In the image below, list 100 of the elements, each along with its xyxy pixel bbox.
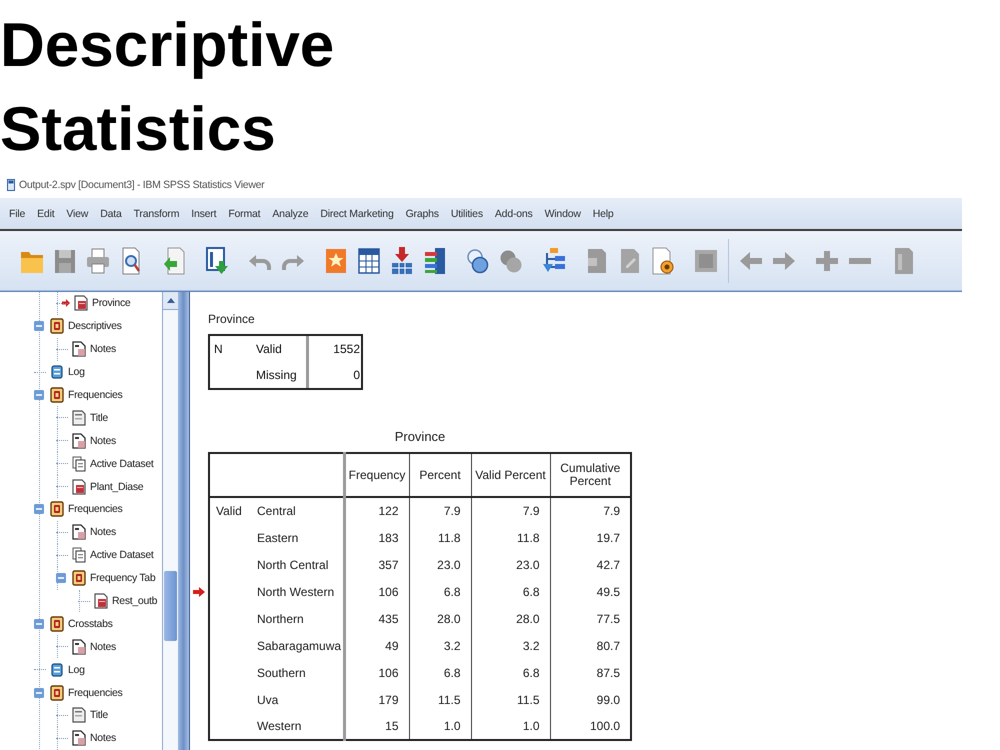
outline-item[interactable]: Province: [92, 297, 130, 310]
table-icon: [74, 295, 88, 312]
row-header: Central: [254, 497, 344, 524]
page-icon: [72, 410, 86, 426]
table-cell: 357: [344, 551, 409, 578]
table-cell: 6.8: [471, 659, 550, 686]
table-cell: 122: [344, 497, 409, 524]
column-header: Cumulative Percent: [550, 453, 631, 497]
row-header: Northern: [254, 605, 344, 632]
table-cell: 6.8: [409, 578, 471, 605]
outline-item[interactable]: Rest_outb: [112, 595, 158, 608]
row-header: Eastern: [254, 524, 344, 551]
outline-item[interactable]: Frequencies: [68, 503, 122, 516]
outline-item[interactable]: Title: [90, 412, 108, 424]
table-cell: 99.0: [550, 686, 631, 713]
outline-item[interactable]: Active Dataset: [90, 458, 154, 470]
outline-item[interactable]: Title: [90, 709, 108, 722]
table-cell: 28.0: [409, 605, 471, 632]
window-arrow-icon[interactable]: [204, 246, 230, 276]
menu-item[interactable]: File: [9, 208, 26, 220]
outline-item[interactable]: Notes: [90, 732, 116, 744]
outline-item[interactable]: Crosstabs: [68, 618, 113, 630]
table-cell: 11.5: [471, 686, 550, 713]
scroll-up-button[interactable]: [163, 292, 178, 310]
table-icon[interactable]: [356, 246, 382, 276]
outline-item[interactable]: Frequencies: [68, 686, 122, 699]
table-cell: 7.9: [550, 497, 631, 524]
row-header: North Western: [254, 578, 344, 605]
menu-item[interactable]: Add-ons: [494, 208, 533, 220]
menu-item[interactable]: Edit: [37, 208, 54, 220]
table-cell: 11.8: [471, 524, 550, 551]
row-header: Southern: [254, 659, 344, 686]
pane-splitter[interactable]: [178, 292, 190, 750]
table-cell-text: 0: [352, 367, 361, 384]
outline-item[interactable]: Notes: [90, 640, 116, 653]
collapse-toggle-icon[interactable]: [34, 618, 44, 629]
menu-item[interactable]: Insert: [191, 208, 216, 220]
bars-icon[interactable]: [422, 246, 448, 276]
collapse-toggle-icon[interactable]: [34, 390, 44, 400]
table-cell: 77.5: [550, 605, 631, 632]
menu-item[interactable]: Direct Marketing: [320, 208, 394, 220]
table-cell: 23.0: [409, 551, 471, 578]
menu-item[interactable]: Utilities: [450, 208, 483, 220]
column-header: Frequency: [344, 453, 409, 497]
collapse-toggle-icon[interactable]: [34, 321, 44, 332]
table-cell: 179: [344, 686, 409, 713]
table-cell: 106: [344, 578, 409, 605]
table-title: Province: [208, 312, 255, 326]
table-cell: 11.8: [409, 524, 471, 551]
row-header: Missing: [255, 367, 298, 384]
table-cell: 49: [344, 632, 409, 659]
table-cell: 7.9: [471, 497, 550, 524]
scroll-thumb[interactable]: [164, 571, 177, 641]
page-icon: [72, 707, 86, 724]
outline-item[interactable]: Notes: [90, 434, 116, 447]
table-cell: 49.5: [550, 578, 631, 605]
pages-icon: [72, 547, 86, 564]
table-cell: 15: [344, 713, 409, 740]
table-cell: 28.0: [471, 605, 550, 632]
row-header: Valid: [255, 341, 283, 358]
menu-item[interactable]: Graphs: [406, 208, 439, 220]
book-icon: [50, 318, 64, 334]
table-cell: 80.7: [550, 632, 631, 659]
table-cell: 100.0: [550, 713, 631, 740]
scrollbar[interactable]: [162, 292, 178, 750]
book-icon: [72, 570, 86, 586]
note-icon: [72, 341, 86, 358]
table-cell: 7.9: [409, 497, 471, 524]
outline-item[interactable]: Log: [68, 664, 85, 676]
table-cell: 42.7: [550, 551, 631, 578]
printer-icon[interactable]: [85, 246, 111, 276]
outline-item[interactable]: Active Dataset: [90, 549, 154, 562]
row-header: Western: [254, 713, 344, 740]
document-arrow-icon[interactable]: [161, 246, 187, 276]
outline-item[interactable]: Notes: [90, 343, 116, 356]
app-icon: [7, 179, 15, 191]
menu-item[interactable]: Transform: [134, 208, 180, 220]
table-cell: 6.8: [409, 659, 471, 686]
menu-item[interactable]: Window: [544, 208, 581, 220]
collapse-toggle-icon[interactable]: [56, 573, 66, 584]
table-cell: 1.0: [471, 713, 550, 740]
menu-item[interactable]: Help: [592, 208, 614, 220]
outline-item[interactable]: Descriptives: [68, 320, 122, 332]
outline-item[interactable]: Log: [68, 366, 85, 378]
menu-item[interactable]: Data: [100, 208, 122, 220]
menu-item[interactable]: Format: [228, 208, 260, 220]
collapse-toggle-icon[interactable]: [34, 504, 44, 514]
pages-icon: [72, 456, 86, 472]
scroll-icon: [50, 662, 64, 678]
document-badge-icon[interactable]: [650, 246, 676, 276]
menu-item[interactable]: View: [66, 208, 88, 220]
outline-item[interactable]: Frequency Tab: [90, 572, 156, 584]
table-arrow-icon[interactable]: [389, 246, 415, 276]
outline-item[interactable]: Notes: [90, 526, 116, 538]
note-icon: [72, 432, 86, 449]
outline-item[interactable]: Frequencies: [68, 389, 122, 401]
outline-item[interactable]: Plant_Diase: [90, 480, 144, 493]
collapse-toggle-icon[interactable]: [34, 688, 44, 698]
menu-item[interactable]: Analyze: [272, 208, 308, 220]
table-cell: 3.2: [471, 632, 550, 659]
